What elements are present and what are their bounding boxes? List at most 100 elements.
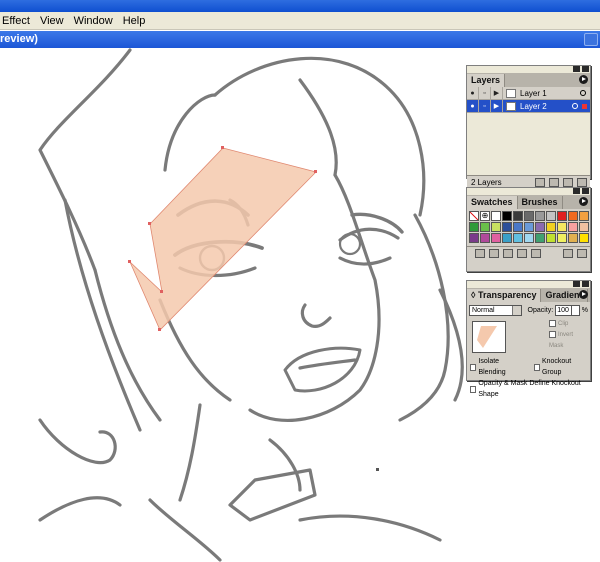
tab-swatches[interactable]: Swatches [467, 196, 518, 209]
layer-thumbnail [506, 88, 516, 98]
color-swatch[interactable] [568, 222, 578, 232]
target-circle-icon[interactable] [580, 90, 586, 96]
new-sublayer-button[interactable] [549, 178, 559, 187]
color-swatch[interactable] [524, 211, 534, 221]
target-circle-icon[interactable] [572, 103, 578, 109]
color-swatch[interactable] [502, 233, 512, 243]
lock-icon[interactable]: ▫ [479, 86, 491, 100]
chevron-down-icon[interactable] [511, 306, 521, 315]
layer-count: 2 Layers [471, 178, 502, 187]
color-swatch[interactable] [557, 233, 567, 243]
swatches-footer [467, 246, 590, 260]
layers-list-area [467, 113, 590, 175]
color-swatch[interactable] [535, 222, 545, 232]
color-swatch[interactable] [535, 211, 545, 221]
expand-triangle-icon[interactable]: ▶ [491, 86, 503, 100]
show-pattern-swatches-button[interactable] [531, 249, 541, 258]
expand-triangle-icon[interactable]: ▶ [491, 99, 503, 113]
color-swatch[interactable] [513, 222, 523, 232]
blend-mode-value: Normal [472, 307, 495, 314]
color-swatch[interactable] [513, 233, 523, 243]
window-control-button[interactable] [584, 33, 598, 46]
opacity-input[interactable]: 100 [555, 305, 573, 316]
swatch-libraries-button[interactable] [475, 249, 485, 258]
menu-window[interactable]: Window [69, 12, 118, 30]
invert-mask-checkbox[interactable] [549, 330, 556, 338]
opacity-slider-toggle[interactable] [572, 305, 580, 316]
menu-help[interactable]: Help [118, 12, 151, 30]
layer-name: Layer 2 [520, 101, 547, 111]
tab-brushes[interactable]: Brushes [517, 196, 563, 209]
knockout-group-checkbox[interactable] [533, 363, 540, 371]
lock-icon[interactable]: ▫ [479, 99, 491, 113]
color-swatch[interactable] [491, 211, 501, 221]
color-swatch[interactable] [557, 222, 567, 232]
menu-view[interactable]: View [35, 12, 69, 30]
color-swatch[interactable] [579, 211, 589, 221]
object-thumbnail [472, 321, 506, 353]
opacity-mask-define-checkbox[interactable] [470, 385, 477, 393]
color-swatch[interactable] [491, 233, 501, 243]
opacity-unit: % [581, 307, 588, 314]
color-swatch[interactable] [546, 211, 556, 221]
color-swatch[interactable] [579, 222, 589, 232]
color-swatch[interactable] [546, 233, 556, 243]
isolate-blending-checkbox[interactable] [470, 363, 477, 371]
selection-square-icon [582, 103, 587, 109]
tab-transparency-label: Transparency [477, 290, 537, 300]
color-swatch[interactable] [524, 222, 534, 232]
layer-row-2[interactable]: ● ▫ ▶ Layer 2 [467, 99, 590, 113]
color-swatch[interactable] [579, 233, 589, 243]
show-all-swatches-button[interactable] [489, 249, 499, 258]
document-title-bar: review) [0, 31, 600, 48]
layers-palette: Layers ● ▫ ▶ Layer 1 ● ▫ ▶ Layer 2 2 Lay… [466, 65, 591, 189]
show-gradient-swatches-button[interactable] [517, 249, 527, 258]
opacity-label: Opacity: [527, 307, 554, 314]
eye-icon[interactable]: ● [467, 86, 479, 100]
minimize-icon[interactable] [573, 66, 580, 72]
color-swatch[interactable] [568, 233, 578, 243]
color-swatch[interactable] [568, 211, 578, 221]
color-swatch[interactable] [491, 222, 501, 232]
close-icon[interactable] [582, 281, 589, 287]
delete-layer-button[interactable] [577, 178, 587, 187]
color-swatch[interactable] [535, 233, 545, 243]
transparency-palette: ◊ Transparency Gradient Normal Opacity: … [466, 280, 591, 398]
color-swatch[interactable] [557, 211, 567, 221]
palette-menu-icon[interactable] [579, 197, 588, 206]
delete-swatch-button[interactable] [577, 249, 587, 258]
new-layer-button[interactable] [563, 178, 573, 187]
color-swatch[interactable] [502, 211, 512, 221]
close-icon[interactable] [582, 188, 589, 194]
color-swatch[interactable] [502, 222, 512, 232]
isolate-blending-label: Isolate Blending [478, 358, 506, 376]
tab-transparency[interactable]: ◊ Transparency [467, 289, 542, 302]
clip-label: Clip [558, 321, 569, 327]
color-swatch[interactable] [469, 233, 479, 243]
color-swatch[interactable] [546, 222, 556, 232]
blend-mode-select[interactable]: Normal [469, 305, 522, 316]
color-swatch[interactable] [469, 222, 479, 232]
color-swatch[interactable] [513, 211, 523, 221]
minimize-icon[interactable] [573, 188, 580, 194]
knockout-group-label: Knockout Group [541, 358, 572, 376]
palette-menu-icon[interactable] [579, 75, 588, 84]
clip-checkbox[interactable] [549, 319, 556, 327]
new-swatch-button[interactable] [563, 249, 573, 258]
swatches-palette: Swatches Brushes ⊕ [466, 187, 591, 272]
palette-menu-icon[interactable] [579, 290, 588, 299]
color-swatch[interactable] [480, 233, 490, 243]
eye-icon[interactable]: ● [467, 99, 479, 113]
none-swatch[interactable] [469, 211, 479, 221]
minimize-icon[interactable] [573, 281, 580, 287]
color-swatch[interactable] [524, 233, 534, 243]
layer-row-1[interactable]: ● ▫ ▶ Layer 1 [467, 86, 590, 100]
tab-layers[interactable]: Layers [467, 74, 506, 87]
menu-effect[interactable]: Effect [0, 12, 35, 30]
color-swatch[interactable] [480, 222, 490, 232]
show-color-swatches-button[interactable] [503, 249, 513, 258]
registration-swatch[interactable]: ⊕ [480, 211, 490, 221]
menu-bar: Effect View Window Help [0, 12, 600, 30]
make-clipping-mask-button[interactable] [535, 178, 545, 187]
close-icon[interactable] [582, 66, 589, 72]
